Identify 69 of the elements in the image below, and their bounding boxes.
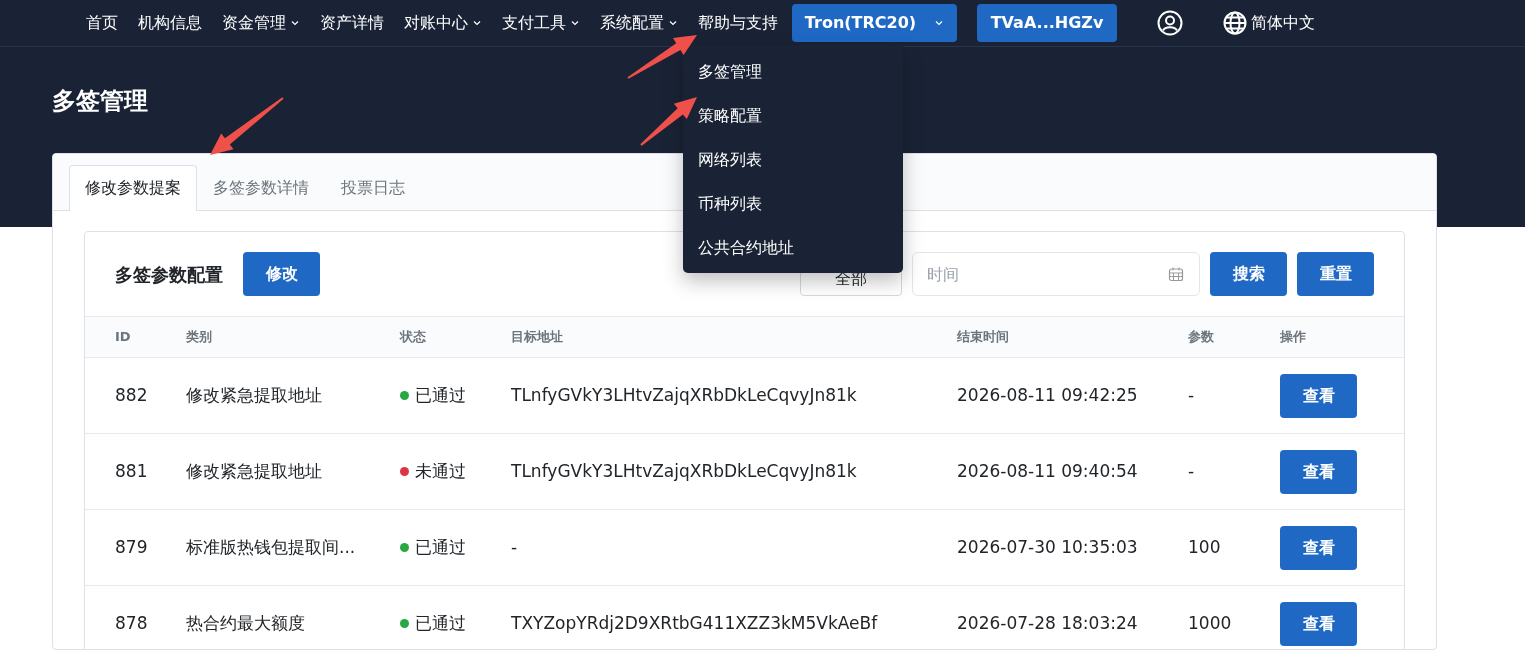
nav-link[interactable]: 系统配置	[590, 8, 688, 38]
table-cell-text: -	[511, 535, 519, 559]
chevron-icon	[934, 18, 945, 28]
calendar-icon	[1168, 266, 1184, 282]
page-title: 多签管理	[52, 87, 148, 116]
table-cell-text: -	[1188, 383, 1196, 407]
view-button[interactable]: 查看	[1280, 601, 1357, 646]
table-cell-text: 878	[114, 611, 149, 635]
search-button[interactable]: 搜索	[1210, 252, 1287, 296]
column-header: 目标地址	[511, 328, 564, 347]
table-cell-text: 879	[114, 535, 149, 559]
column-header: 结束时间	[957, 328, 1010, 347]
column-header: 参数	[1188, 328, 1215, 347]
table-cell-text: 100	[1188, 535, 1222, 559]
table-cell-text: 881	[114, 459, 149, 483]
nav-link[interactable]: 对账中心	[394, 8, 492, 38]
column-header: 操作	[1280, 328, 1307, 347]
tab[interactable]: 投票日志	[325, 165, 421, 211]
nav-link[interactable]: 支付工具	[492, 8, 590, 38]
menu-item[interactable]: 网络列表	[683, 138, 777, 182]
nav-link[interactable]: 机构信息	[128, 8, 212, 38]
chevron-icon	[570, 18, 580, 28]
panel-title: 多签参数配置	[115, 262, 223, 287]
table-cell-text: TLnfyGVkY3LHtvZajqXRbDkLeCqvyJn81k	[511, 383, 858, 407]
view-button[interactable]: 查看	[1280, 525, 1357, 570]
language-selector[interactable]: 简体中文	[1213, 8, 1325, 38]
table-cell-text: 2026-07-30 10:35:03	[957, 535, 1139, 559]
menu-item[interactable]: 多签管理	[683, 50, 777, 94]
table-cell-text: TLnfyGVkY3LHtvZajqXRbDkLeCqvyJn81k	[511, 459, 858, 483]
nav-link[interactable]: 资产详情	[310, 8, 394, 38]
menu-item[interactable]: 币种列表	[683, 182, 777, 226]
status-text: 已通过	[415, 535, 466, 559]
network-select-button[interactable]: Tron(TRC20)	[792, 4, 957, 42]
view-button[interactable]: 查看	[1280, 373, 1357, 418]
table-cell-text: 2026-08-11 09:42:25	[957, 383, 1139, 407]
table-cell-text: 2026-08-11 09:40:54	[957, 459, 1139, 483]
status-text: 已通过	[415, 383, 466, 407]
table-cell-text: 2026-07-28 18:03:24	[957, 611, 1139, 635]
nav-link[interactable]: 首页	[76, 8, 128, 38]
status-text: 未通过	[415, 459, 466, 483]
status-text: 已通过	[415, 611, 466, 635]
edit-button[interactable]: 修改	[243, 252, 320, 296]
user-icon[interactable]	[1157, 10, 1183, 36]
table-cell-text: 修改紧急提取地址	[186, 459, 323, 483]
annotation-arrow	[627, 35, 697, 79]
table-cell-text: 标准版热钱包提取间...	[186, 535, 357, 559]
table-cell-text: -	[1188, 459, 1196, 483]
column-header: 状态	[400, 328, 427, 347]
reset-button[interactable]: 重置	[1297, 252, 1374, 296]
time-field[interactable]: 时间	[912, 252, 1200, 296]
table-cell-text: 修改紧急提取地址	[186, 383, 323, 407]
tab[interactable]: 修改参数提案	[69, 165, 197, 211]
chevron-icon	[668, 18, 678, 28]
table-cell-text: 热合约最大额度	[186, 611, 306, 635]
chevron-icon	[290, 18, 300, 28]
view-button[interactable]: 查看	[1280, 449, 1357, 494]
nav-link[interactable]: 帮助与支持	[688, 8, 788, 38]
table-cell-text: 1000	[1188, 611, 1233, 635]
nav-link[interactable]: 资金管理	[212, 8, 310, 38]
annotation-arrow	[640, 97, 697, 146]
table-cell-text: TXYZopYRdj2D9XRtbG411XZZ3kM5VkAeBf	[511, 611, 879, 635]
globe-icon	[1223, 11, 1247, 35]
chevron-icon	[472, 18, 482, 28]
table-cell-text: 882	[114, 383, 149, 407]
wallet-button[interactable]: TVaA...HGZv	[977, 4, 1117, 42]
column-header: 类别	[186, 328, 213, 347]
tab[interactable]: 多签参数详情	[197, 165, 325, 211]
column-header: ID	[114, 328, 132, 347]
menu-item[interactable]: 策略配置	[683, 94, 777, 138]
